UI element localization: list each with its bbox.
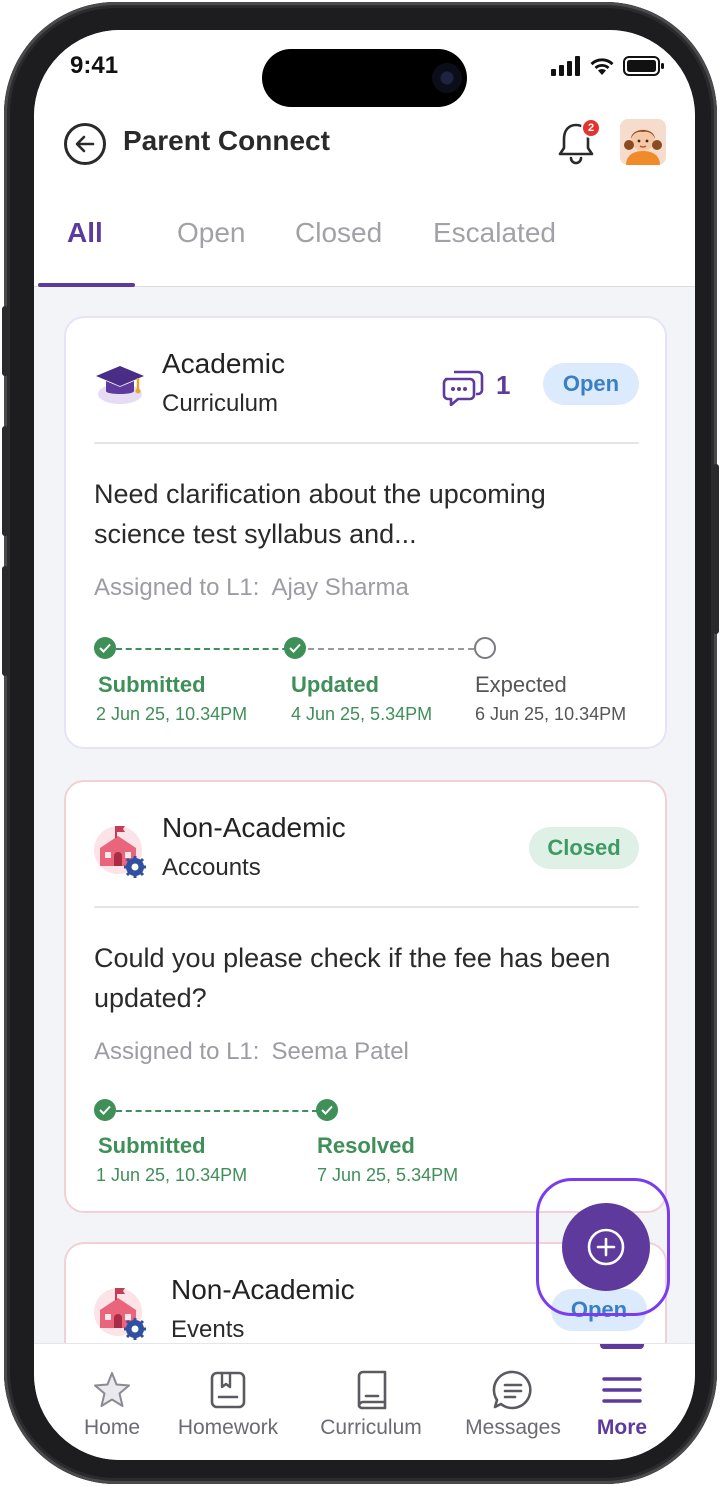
menu-icon (602, 1377, 642, 1403)
tab-closed[interactable]: Closed (295, 217, 382, 249)
assigned-label: Assigned to L1: (94, 1038, 260, 1065)
timeline-step-date: 7 Jun 25, 5.34PM (317, 1165, 459, 1185)
nav-messages[interactable]: Messages (458, 1344, 568, 1460)
book-icon (357, 1370, 387, 1410)
tab-escalated[interactable]: Escalated (433, 217, 556, 249)
nav-homework[interactable]: Homework (172, 1344, 284, 1460)
phone-frame: 9:41 Parent Connect 2 All Open Closed Es… (2, 2, 719, 1484)
ticket-subcategory: Curriculum (162, 390, 279, 417)
status-badge: Closed (529, 827, 639, 869)
check-icon (316, 1099, 338, 1121)
card-divider (94, 442, 639, 444)
nav-label: Curriculum (320, 1416, 422, 1439)
ticket-subcategory: Events (171, 1316, 245, 1343)
volume-up-button (2, 426, 8, 536)
assigned-to: Assigned to L1: Ajay Sharma (94, 574, 409, 602)
timeline-step-label: Updated (291, 672, 379, 697)
ticket-card[interactable]: Academic Curriculum 1 Open Need clarific… (64, 316, 667, 749)
page-title: Parent Connect (123, 125, 330, 156)
status-time: 9:41 (70, 52, 119, 79)
filter-tabs: All Open Closed Escalated (34, 183, 695, 287)
timeline-connector (308, 648, 474, 650)
app-header: Parent Connect 2 (34, 115, 695, 183)
ticket-category: Academic (162, 348, 285, 379)
status-badge: Open (543, 363, 639, 405)
timeline-step-date: 1 Jun 25, 10.34PM (96, 1165, 248, 1185)
dynamic-island (262, 49, 467, 107)
star-icon (94, 1372, 130, 1407)
comments-icon[interactable] (442, 366, 484, 406)
power-button (713, 464, 719, 634)
nav-label: More (596, 1416, 648, 1439)
school-building-icon (94, 826, 146, 878)
nav-more[interactable]: More (584, 1344, 660, 1460)
plus-circle-icon (587, 1228, 625, 1266)
wifi-icon (590, 58, 614, 75)
nav-home[interactable]: Home (72, 1344, 152, 1460)
avatar[interactable] (620, 119, 666, 165)
check-icon (94, 637, 116, 659)
notification-badge: 2 (581, 118, 601, 138)
ticket-message: Need clarification about the upcoming sc… (94, 479, 546, 549)
tab-open[interactable]: Open (177, 217, 246, 249)
timeline-step-label: Resolved (317, 1133, 415, 1158)
nav-label: Messages (465, 1416, 561, 1439)
timeline-step-label: Submitted (98, 672, 206, 697)
chat-icon (492, 1370, 532, 1410)
arrow-left-icon (75, 135, 95, 153)
assignee-name: Ajay Sharma (271, 574, 409, 601)
assigned-label: Assigned to L1: (94, 574, 260, 601)
active-tab-indicator (38, 283, 135, 287)
add-ticket-button[interactable] (562, 1203, 650, 1291)
assigned-to: Assigned to L1: Seema Patel (94, 1038, 409, 1066)
back-button[interactable] (64, 123, 106, 165)
camera-icon (432, 63, 462, 93)
bottom-navigation: Home Homework Curriculum Messages More (34, 1343, 695, 1460)
timeline-step-date: 6 Jun 25, 10.34PM (475, 704, 627, 724)
timeline-step-label: Expected (475, 672, 567, 697)
timeline-connector (116, 648, 298, 650)
graduation-cap-icon (96, 366, 144, 404)
battery-icon (623, 56, 664, 76)
check-icon (94, 1099, 116, 1121)
child-avatar-icon (620, 119, 666, 165)
ticket-card[interactable]: Non-Academic Accounts Closed Could you p… (64, 780, 667, 1213)
volume-down-button (2, 566, 8, 676)
timeline-step-label: Submitted (98, 1133, 206, 1158)
homework-icon (210, 1371, 246, 1409)
ticket-subcategory: Accounts (162, 854, 261, 881)
signal-icon (551, 56, 580, 76)
status-bar: 9:41 (34, 30, 695, 120)
action-button (2, 306, 8, 376)
check-icon (284, 637, 306, 659)
timeline-step-date: 4 Jun 25, 5.34PM (291, 704, 433, 724)
assignee-name: Seema Patel (271, 1038, 409, 1065)
ticket-message: Could you please check if the fee has be… (94, 943, 611, 1013)
system-icons (551, 56, 665, 76)
card-divider (94, 906, 639, 908)
comment-count: 1 (496, 370, 511, 400)
app-screen: 9:41 Parent Connect 2 All Open Closed Es… (34, 30, 695, 1460)
pending-circle-icon (474, 637, 496, 659)
nav-label: Homework (177, 1416, 279, 1439)
timeline-connector (116, 1110, 318, 1112)
timeline-step-date: 2 Jun 25, 10.34PM (96, 704, 248, 724)
school-building-icon (94, 1288, 146, 1340)
tab-all[interactable]: All (67, 217, 103, 249)
nav-label: Home (83, 1416, 141, 1439)
ticket-category: Non-Academic (171, 1274, 355, 1305)
nav-curriculum[interactable]: Curriculum (313, 1344, 429, 1460)
ticket-category: Non-Academic (162, 812, 346, 843)
